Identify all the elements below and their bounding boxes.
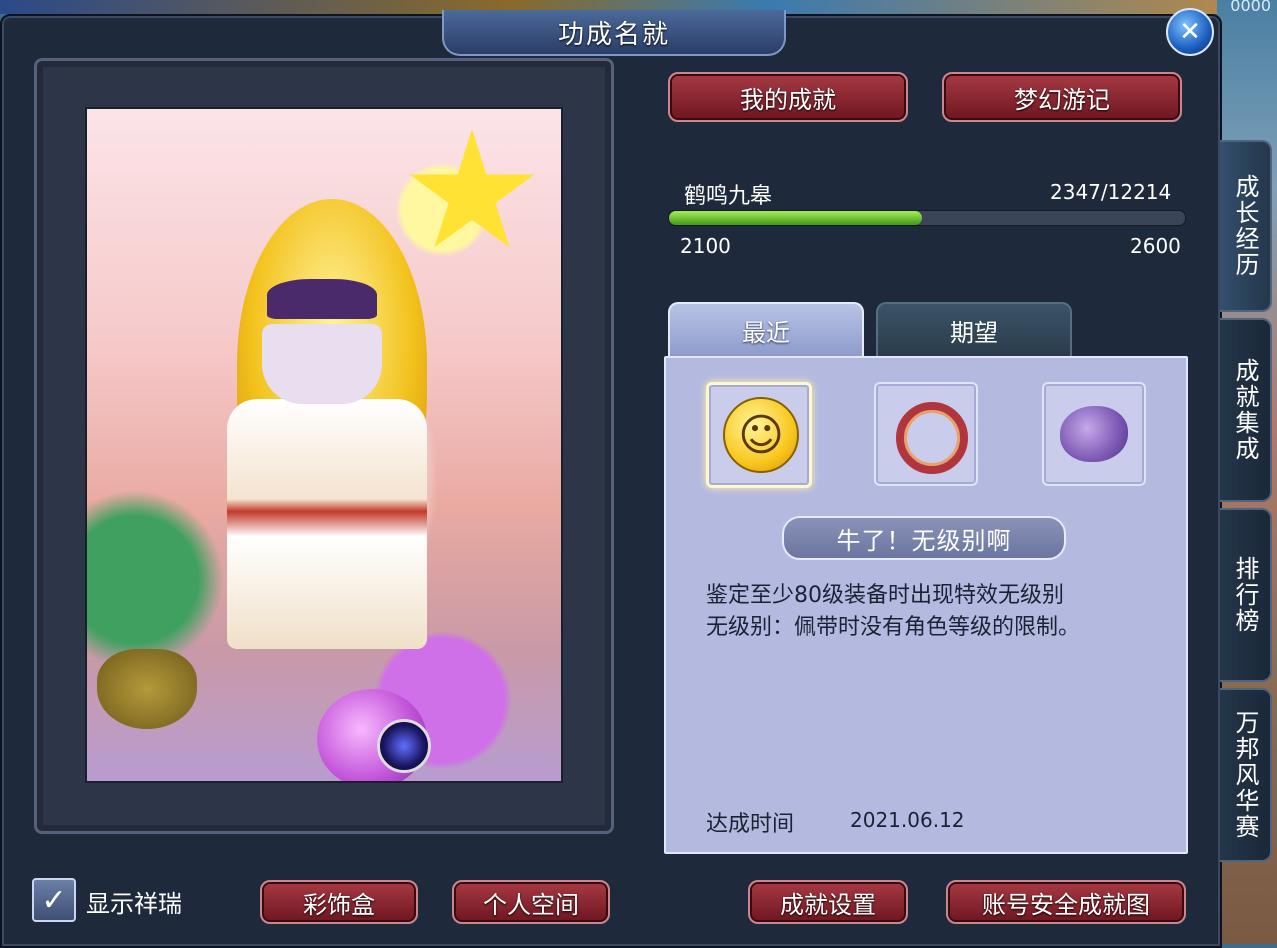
- side-tab-competition[interactable]: 万邦风华赛: [1220, 688, 1272, 862]
- character-veil: [262, 324, 382, 404]
- decoration-box-button[interactable]: 彩饰盒: [260, 880, 418, 924]
- show-auspicious-label: 显示祥瑞: [86, 890, 182, 918]
- progress-range-max: 2600: [1130, 234, 1181, 258]
- achievement-description: 鉴定至少80级装备时出现特效无级别 无级别：佩带时没有角色等级的限制。: [706, 580, 1146, 644]
- side-tab-ranking[interactable]: 排行榜: [1220, 508, 1272, 682]
- side-tab-collection[interactable]: 成就集成: [1220, 318, 1272, 502]
- account-security-button[interactable]: 账号安全成就图: [946, 880, 1186, 924]
- close-icon[interactable]: ✕: [1166, 8, 1214, 56]
- description-line-2: 无级别：佩带时没有角色等级的限制。: [706, 615, 1081, 640]
- star-decoration: [409, 129, 535, 248]
- check-icon: ✓: [41, 882, 67, 918]
- personal-space-button[interactable]: 个人空间: [452, 880, 610, 924]
- achievement-slot-1[interactable]: ☺: [706, 382, 812, 488]
- wreath-icon: [896, 402, 968, 474]
- character-portrait: [85, 107, 563, 783]
- achievement-slot-2[interactable]: [874, 382, 978, 486]
- character-portrait-frame: [34, 58, 614, 834]
- character-mask: [267, 279, 377, 319]
- progress-fill: [669, 211, 922, 225]
- progress-range-min: 2100: [680, 234, 731, 258]
- date-label: 达成时间: [706, 812, 795, 837]
- description-line-1: 鉴定至少80级装备时出现特效无级别: [706, 583, 1064, 608]
- achievement-settings-button[interactable]: 成就设置: [748, 880, 908, 924]
- tab-expect[interactable]: 期望: [876, 302, 1072, 356]
- world-top-text: 0000: [1230, 0, 1271, 15]
- plant-pot-decoration: [97, 649, 197, 729]
- achievement-date: 2021.06.12: [850, 808, 965, 832]
- smiley-face-icon: ☺: [723, 397, 799, 473]
- orb-eye-decoration: [377, 719, 431, 773]
- character-body: [227, 399, 427, 649]
- dream-journey-button[interactable]: 梦幻游记: [942, 72, 1182, 122]
- achievement-title: 牛了！无级别啊: [782, 516, 1066, 560]
- show-auspicious-checkbox[interactable]: ✓: [32, 878, 76, 922]
- side-tab-growth[interactable]: 成长经历: [1220, 140, 1272, 312]
- stone-icon: [1060, 406, 1128, 462]
- window-title: 功成名就: [442, 10, 786, 56]
- my-achievements-button[interactable]: 我的成就: [668, 72, 908, 122]
- achievement-points: 2347/12214: [1050, 180, 1172, 204]
- tab-recent[interactable]: 最近: [668, 302, 864, 356]
- achievement-slot-3[interactable]: [1042, 382, 1146, 486]
- achievement-rank-name: 鹤鸣九皋: [684, 184, 773, 209]
- achievement-detail-panel: ☺ 牛了！无级别啊 鉴定至少80级装备时出现特效无级别 无级别：佩带时没有角色等…: [664, 356, 1188, 854]
- achievement-progress-bar: [668, 210, 1186, 226]
